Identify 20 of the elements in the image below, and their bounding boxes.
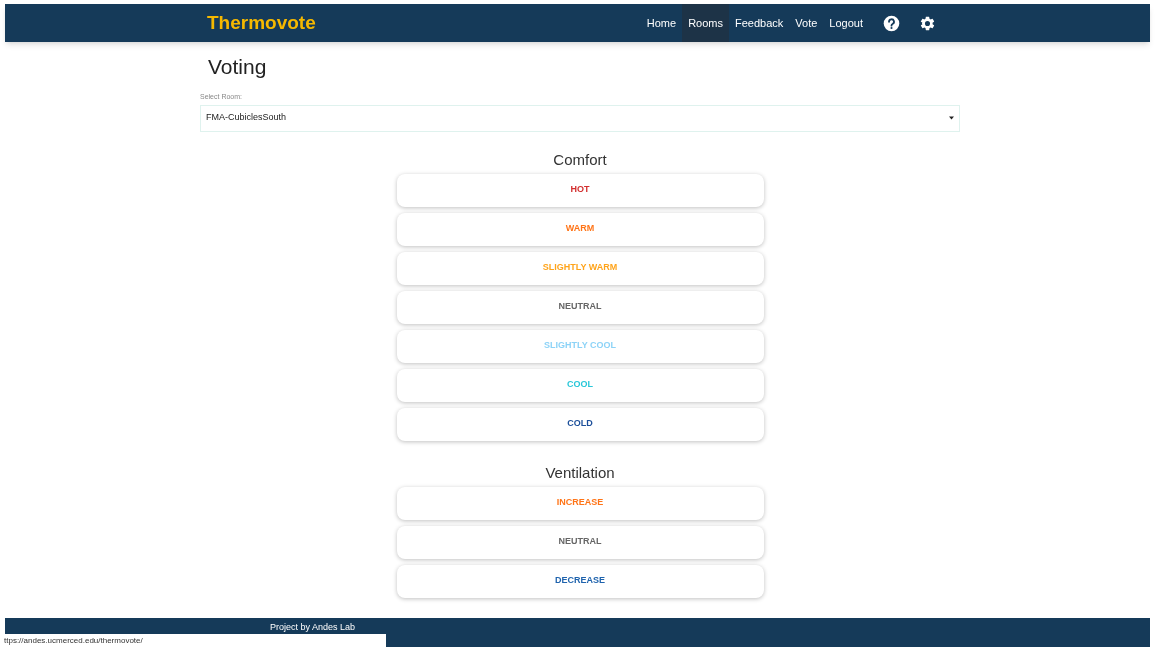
- link-url: ttps://andes.ucmerced.edu/thermovote/: [4, 635, 143, 646]
- help-icon[interactable]: [883, 14, 900, 32]
- vote-option-button[interactable]: DECREASE: [396, 564, 764, 598]
- section-heading: Ventilation: [545, 462, 615, 483]
- nav-link[interactable]: Home: [640, 4, 683, 42]
- nav-link[interactable]: Vote: [789, 4, 824, 42]
- dropdown-caret-icon: [949, 116, 954, 120]
- vote-option-button[interactable]: NEUTRAL: [396, 290, 764, 324]
- room-select[interactable]: FMA-CubiclesSouth: [200, 104, 960, 132]
- brand-logo[interactable]: Thermovote: [207, 8, 316, 38]
- settings-icon[interactable]: [919, 14, 936, 32]
- nav-link[interactable]: Logout: [823, 4, 869, 42]
- section-heading: Comfort: [553, 149, 607, 170]
- footer-text: Project by Andes Lab: [270, 621, 356, 633]
- nav-link[interactable]: Rooms: [682, 4, 729, 42]
- page-title: Voting: [208, 54, 268, 80]
- nav-link[interactable]: Feedback: [729, 4, 790, 42]
- vote-option-button[interactable]: HOT: [396, 173, 764, 207]
- vote-option-button[interactable]: NEUTRAL: [396, 525, 764, 559]
- vote-option-button[interactable]: COLD: [396, 407, 764, 441]
